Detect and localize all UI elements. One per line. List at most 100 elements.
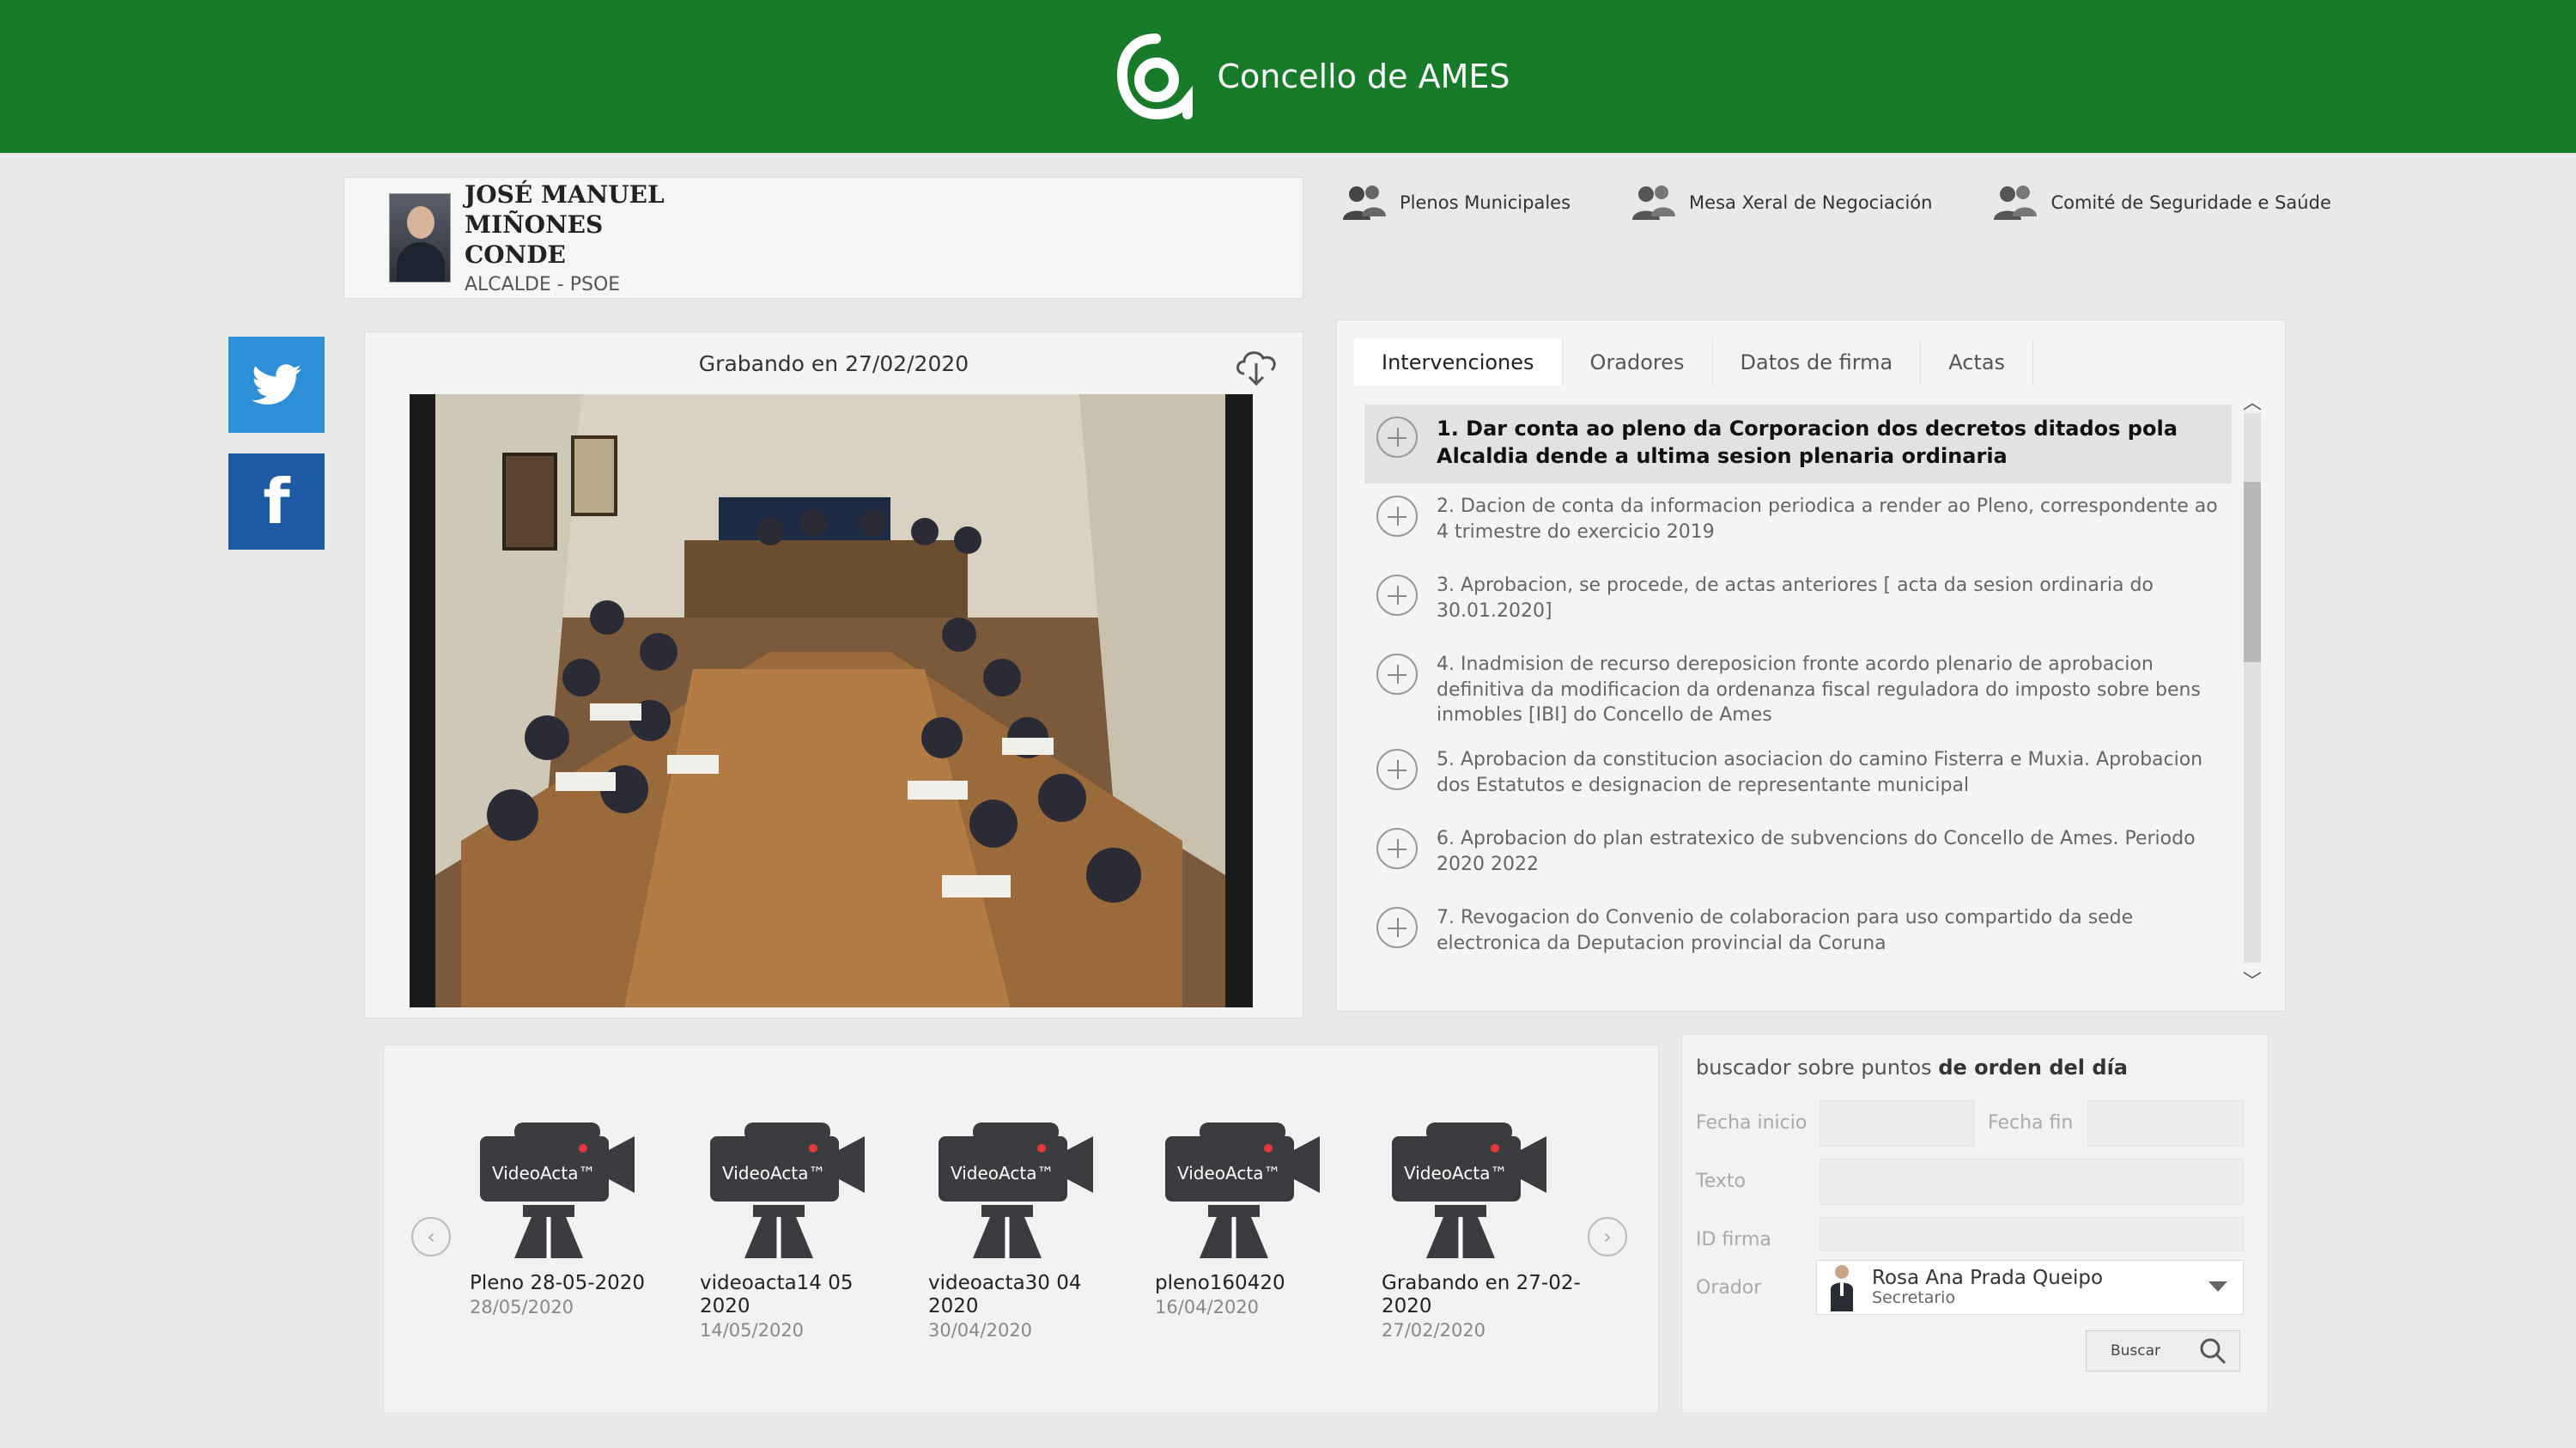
agenda-item[interactable]: 3. Aprobacion, se procede, de actas ante… [1364, 563, 2232, 642]
avatar [389, 193, 451, 283]
agenda-item[interactable]: 7. Revogacion do Convenio de colaboracio… [1364, 895, 2232, 974]
scroll-thumb[interactable] [2244, 482, 2261, 662]
search-icon [2200, 1338, 2227, 1365]
profile-role: ALCALDE - PSOE [465, 273, 621, 295]
videoacta-card[interactable]: VideoActa™ videoacta14 05 2020 14/05/202… [684, 1090, 904, 1382]
camera-brand: VideoActa™ [951, 1163, 1054, 1183]
search-title-prefix: buscador sobre puntos [1696, 1056, 1939, 1080]
twitter-share-button[interactable] [228, 337, 325, 433]
video-title: videoacta30 04 2020 [928, 1272, 1082, 1318]
agenda-scrollbar[interactable]: ︿ ﹀ [2239, 387, 2266, 993]
fecha-inicio-field[interactable] [1820, 1100, 1974, 1147]
camera-brand: VideoActa™ [1404, 1163, 1507, 1183]
nav-mesa-xeral[interactable]: Mesa Xeral de Negociación [1629, 184, 1932, 222]
expand-plus-icon[interactable] [1376, 907, 1418, 949]
videoacta-card[interactable]: VideoActa™ Pleno 28-05-2020 28/05/2020 [454, 1090, 674, 1382]
videoacta-carousel: ‹ VideoActa™ Pleno 28-05-2020 28/05/2020… [383, 1044, 1659, 1414]
tab-datos-de-firma[interactable]: Datos de firma [1713, 339, 1922, 386]
camera-brand: VideoActa™ [1177, 1163, 1280, 1183]
fecha-inicio-label: Fecha inicio [1696, 1112, 1807, 1134]
video-player[interactable] [410, 394, 1253, 1007]
expand-plus-icon[interactable] [1376, 828, 1418, 870]
scroll-down-icon[interactable]: ﹀ [2239, 966, 2266, 993]
facebook-share-button[interactable]: f [228, 453, 325, 550]
session-video-frame [410, 394, 1253, 1007]
twitter-icon [252, 364, 301, 405]
fecha-fin-label: Fecha fin [1988, 1112, 2074, 1134]
orador-role: Secretario [1872, 1288, 1956, 1308]
fecha-fin-input[interactable] [2088, 1101, 2243, 1146]
agenda-item[interactable]: 2. Dacion de conta da informacion period… [1364, 484, 2232, 563]
agenda-item-text: 4. Inadmision de recurso dereposicion fr… [1437, 654, 2201, 727]
id-firma-field[interactable] [1820, 1217, 2244, 1251]
video-title: pleno160420 [1155, 1272, 1285, 1294]
agenda-item-text: 5. Aprobacion da constitucion asociacion… [1437, 749, 2203, 796]
people-icon [1632, 186, 1676, 220]
fecha-fin-field[interactable] [2087, 1100, 2244, 1147]
nav-label: Comité de Seguridade e Saúde [2050, 192, 2331, 213]
video-date: 14/05/2020 [700, 1320, 805, 1342]
chevron-left-icon: ‹ [427, 1225, 435, 1249]
texto-input[interactable] [1820, 1159, 2243, 1204]
camera-brand: VideoActa™ [722, 1163, 825, 1183]
tab-actas[interactable]: Actas [1921, 339, 2034, 386]
agenda-item[interactable]: 6. Aprobacion do plan estratexico de sub… [1364, 816, 2232, 895]
people-icon [1994, 186, 2038, 220]
videoacta-card[interactable]: VideoActa™ Grabando en 27-02-2020 27/02/… [1366, 1090, 1586, 1382]
agenda-item-text: 3. Aprobacion, se procede, de actas ante… [1437, 575, 2154, 622]
tab-intervenciones[interactable]: Intervenciones [1354, 339, 1563, 386]
video-camera-icon: VideoActa™ [1392, 1123, 1546, 1258]
agenda-item[interactable]: 4. Inadmision de recurso dereposicion fr… [1364, 642, 2232, 737]
chevron-right-icon: › [1603, 1225, 1612, 1249]
cloud-download-icon[interactable] [1232, 344, 1280, 386]
nav-comite-seguridade[interactable]: Comité de Seguridade e Saúde [1990, 184, 2331, 222]
video-title: videoacta14 05 2020 [700, 1272, 854, 1318]
expand-plus-icon[interactable] [1376, 749, 1418, 791]
agenda-tabs: Intervenciones Oradores Datos de firma A… [1354, 339, 2034, 386]
people-icon [1343, 186, 1386, 220]
person-icon [1831, 1265, 1853, 1311]
recording-label: Grabando en 27/02/2020 [698, 351, 969, 376]
profile-name: JOSÉ MANUEL MIÑONES CONDE [465, 179, 665, 269]
agenda-item-text: 7. Revogacion do Convenio de colaboracio… [1437, 907, 2134, 954]
video-title: Pleno 28-05-2020 [470, 1272, 646, 1294]
expand-plus-icon[interactable] [1376, 417, 1418, 458]
orador-label: Orador [1696, 1277, 1762, 1299]
fecha-inicio-input[interactable] [1820, 1101, 1973, 1146]
agenda-search-panel: buscador sobre puntos de orden del día F… [1681, 1034, 2269, 1414]
orador-name: Rosa Ana Prada Queipo [1872, 1266, 2104, 1289]
buscar-label: Buscar [2111, 1342, 2161, 1360]
orador-select[interactable]: Rosa Ana Prada Queipo Secretario [1816, 1260, 2244, 1315]
ames-logo-icon [1117, 33, 1194, 120]
scroll-up-icon[interactable]: ︿ [2239, 387, 2266, 414]
nav-label: Mesa Xeral de Negociación [1689, 192, 1933, 213]
id-firma-input[interactable] [1820, 1218, 2243, 1250]
agenda-item[interactable]: 5. Aprobacion da constitucion asociacion… [1364, 737, 2232, 816]
tab-oradores[interactable]: Oradores [1563, 339, 1713, 386]
nav-plenos-municipales[interactable]: Plenos Municipales [1340, 184, 1571, 222]
video-date: 27/02/2020 [1382, 1320, 1486, 1342]
buscar-button[interactable]: Buscar [2086, 1330, 2240, 1372]
expand-plus-icon[interactable] [1376, 496, 1418, 537]
mayor-profile: JOSÉ MANUEL MIÑONES CONDE ALCALDE - PSOE [343, 177, 1303, 299]
brand[interactable]: Concello de AMES [1117, 32, 1510, 121]
video-date: 28/05/2020 [470, 1297, 574, 1318]
video-camera-icon: VideoActa™ [1165, 1123, 1320, 1258]
nav-label: Plenos Municipales [1400, 192, 1571, 213]
agenda-item[interactable]: 1. Dar conta ao pleno da Corporacion dos… [1364, 405, 2232, 484]
section-nav: Plenos Municipales Mesa Xeral de Negocia… [1340, 184, 2331, 222]
expand-plus-icon[interactable] [1376, 654, 1418, 695]
camera-brand: VideoActa™ [492, 1163, 595, 1183]
videoacta-card[interactable]: VideoActa™ pleno160420 16/04/2020 [1139, 1090, 1359, 1382]
expand-plus-icon[interactable] [1376, 575, 1418, 616]
video-camera-icon: VideoActa™ [710, 1123, 865, 1258]
texto-label: Texto [1696, 1171, 1746, 1192]
videoacta-card[interactable]: VideoActa™ videoacta30 04 2020 30/04/202… [913, 1090, 1133, 1382]
carousel-prev-button[interactable]: ‹ [411, 1217, 451, 1256]
texto-field[interactable] [1820, 1159, 2244, 1205]
agenda-panel: Intervenciones Oradores Datos de firma A… [1336, 319, 2286, 1012]
carousel-next-button[interactable]: › [1588, 1217, 1627, 1256]
agenda-item-text: 6. Aprobacion do plan estratexico de sub… [1437, 828, 2196, 875]
top-header: Concello de AMES [0, 0, 2576, 153]
chevron-down-icon[interactable] [2208, 1281, 2227, 1292]
